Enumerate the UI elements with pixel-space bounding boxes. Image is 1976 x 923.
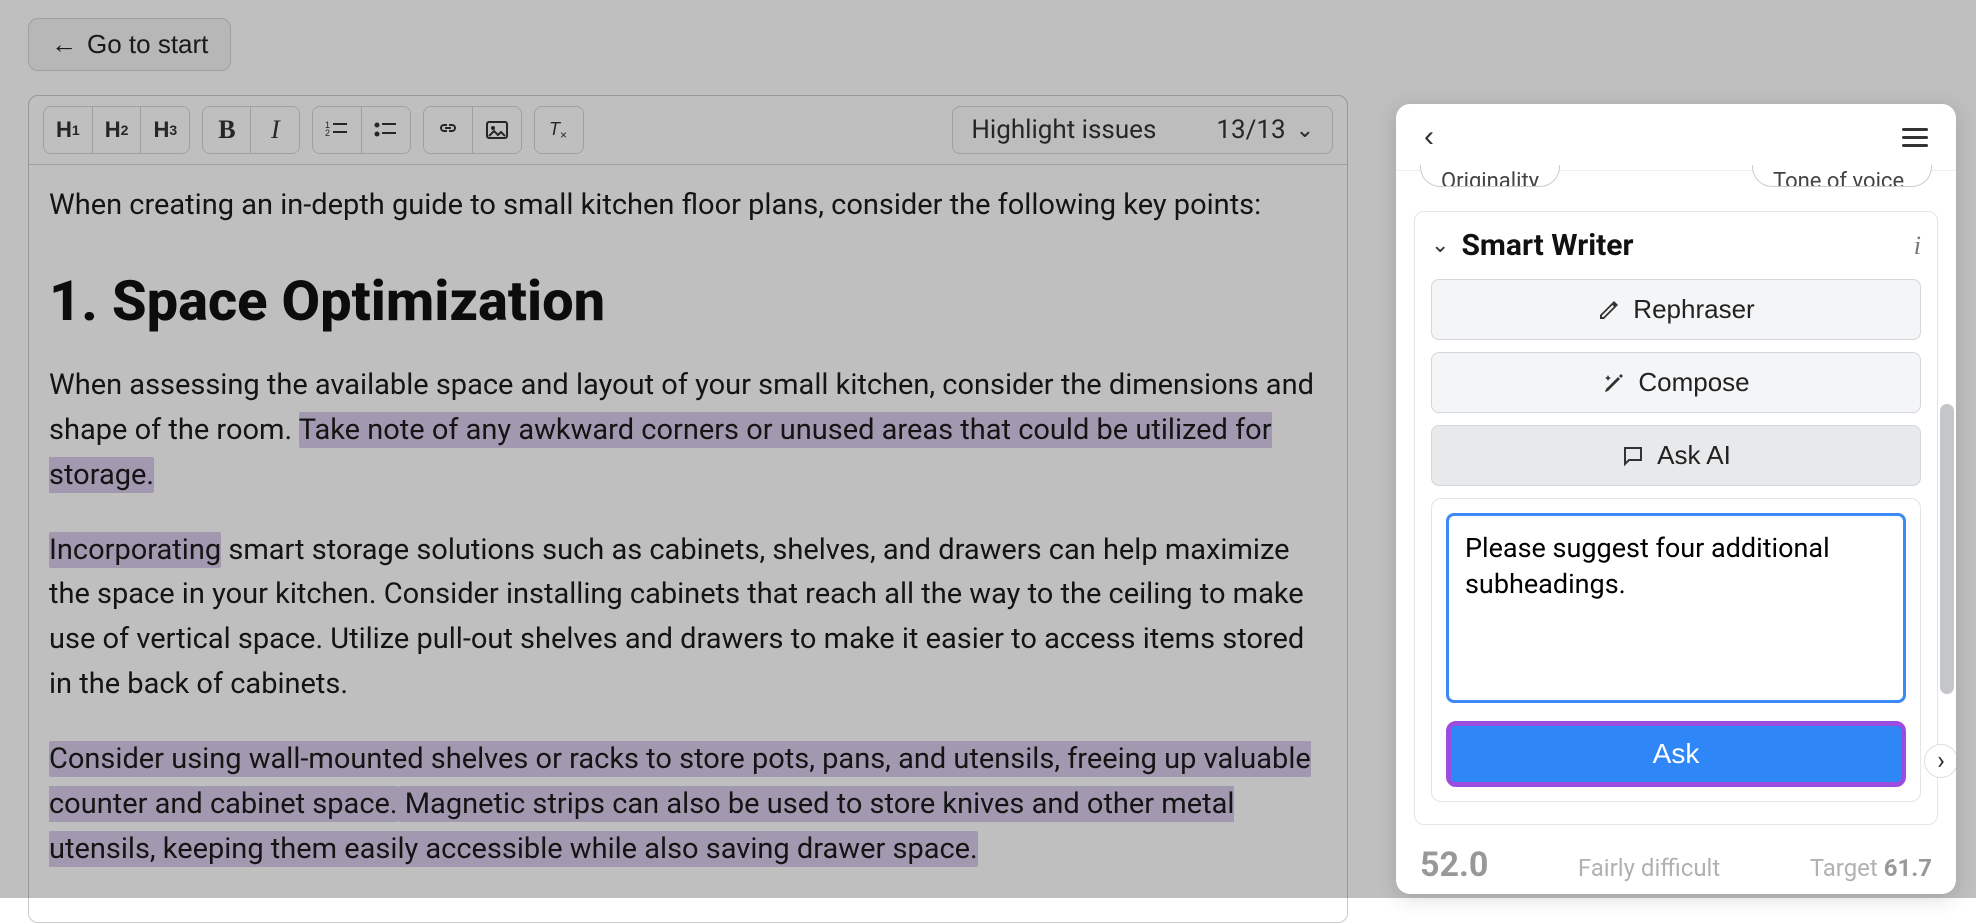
h3-button[interactable]: H3 — [141, 107, 189, 153]
heading-group: H1 H2 H3 — [43, 106, 190, 154]
arrow-left-icon: ← — [51, 29, 77, 60]
sparkle-pen-icon — [1602, 371, 1626, 395]
highlight-span: Incorporating — [49, 532, 221, 568]
svg-text:2: 2 — [325, 128, 330, 138]
image-icon — [485, 120, 509, 140]
ask-textarea[interactable]: Please suggest four additional subheadin… — [1446, 513, 1906, 703]
link-button[interactable] — [424, 107, 473, 153]
paragraph-1: When assessing the available space and l… — [49, 363, 1327, 498]
card-title-row[interactable]: ⌄ Smart Writer i — [1431, 228, 1921, 263]
hamburger-icon — [1902, 128, 1928, 147]
ask-button-highlight: Ask — [1446, 721, 1906, 787]
ask-submit-button[interactable]: Ask — [1451, 726, 1901, 782]
chevron-left-icon: ‹ — [1424, 120, 1434, 153]
document-content[interactable]: When creating an in-depth guide to small… — [29, 165, 1347, 922]
compose-button[interactable]: Compose — [1431, 352, 1921, 413]
highlight-issues-box[interactable]: Highlight issues 13/13 ⌄ — [952, 106, 1333, 154]
pill-row: Originality Tone of voice — [1396, 165, 1956, 187]
list-group: 12 — [312, 106, 411, 154]
go-to-start-button[interactable]: ← Go to start — [28, 18, 231, 71]
tone-pill[interactable]: Tone of voice — [1752, 165, 1932, 187]
panel-menu-button[interactable] — [1892, 122, 1938, 153]
readability-target: Target 61.7 — [1810, 854, 1932, 882]
panel-scrollbar[interactable] — [1940, 404, 1954, 694]
svg-text:×: × — [560, 128, 567, 141]
toolbar: H1 H2 H3 B I 12 — [29, 96, 1347, 165]
info-icon[interactable]: i — [1914, 231, 1921, 261]
issues-count-wrap: 13/13 ⌄ — [1216, 115, 1314, 145]
panel-header: ‹ — [1396, 104, 1956, 171]
chevron-down-icon: ⌄ — [1431, 233, 1449, 258]
ask-ai-button[interactable]: Ask AI — [1431, 425, 1921, 486]
highlight-issues-label: Highlight issues — [971, 115, 1156, 145]
clear-format-button[interactable]: T× — [535, 107, 583, 153]
heading-1: 1. Space Optimization — [49, 258, 1327, 345]
readability-score: 52.0 — [1420, 845, 1488, 885]
ask-area: Please suggest four additional subheadin… — [1431, 498, 1921, 802]
paragraph-2: Incorporating smart storage solutions su… — [49, 528, 1327, 708]
panel-back-button[interactable]: ‹ — [1414, 114, 1444, 160]
unordered-list-button[interactable] — [362, 107, 410, 153]
chat-icon — [1621, 444, 1645, 468]
unordered-list-icon — [374, 120, 398, 140]
chevron-down-icon: ⌄ — [1296, 118, 1314, 143]
insert-group — [423, 106, 522, 154]
go-to-start-label: Go to start — [87, 29, 208, 60]
editor: H1 H2 H3 B I 12 — [28, 95, 1348, 923]
ordered-list-button[interactable]: 12 — [313, 107, 362, 153]
clear-group: T× — [534, 106, 584, 154]
readability-label: Fairly difficult — [1578, 854, 1720, 882]
h1-button[interactable]: H1 — [44, 107, 93, 153]
edit-icon — [1597, 298, 1621, 322]
intro-paragraph: When creating an in-depth guide to small… — [49, 183, 1327, 228]
originality-pill[interactable]: Originality — [1420, 165, 1560, 187]
issues-count: 13/13 — [1216, 115, 1285, 145]
assistant-panel: ‹ Originality Tone of voice ⌄ Smart Writ… — [1396, 104, 1956, 894]
readability-row: 52.0 Fairly difficult Target 61.7 — [1396, 825, 1956, 885]
smart-writer-card: ⌄ Smart Writer i Rephraser Compose Ask A… — [1414, 211, 1938, 825]
link-icon — [436, 120, 460, 140]
bold-button[interactable]: B — [203, 107, 251, 153]
italic-button[interactable]: I — [251, 107, 299, 153]
h2-button[interactable]: H2 — [93, 107, 142, 153]
side-expand-icon[interactable]: › — [1924, 744, 1956, 778]
rephraser-button[interactable]: Rephraser — [1431, 279, 1921, 340]
image-button[interactable] — [473, 107, 521, 153]
paragraph-3: Consider using wall-mounted shelves or r… — [49, 737, 1327, 872]
format-group: B I — [202, 106, 300, 154]
clear-format-icon: T× — [547, 119, 571, 141]
ordered-list-icon: 12 — [325, 120, 349, 140]
card-title: Smart Writer — [1461, 228, 1901, 263]
